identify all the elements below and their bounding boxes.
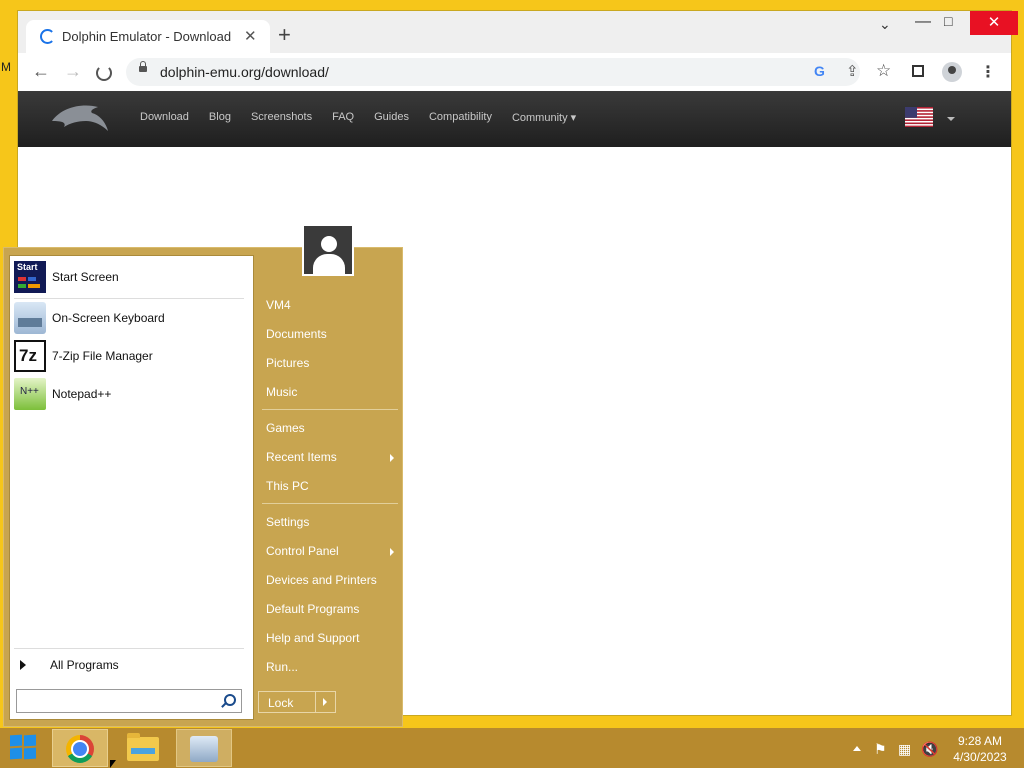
minimize-button[interactable]: — [915, 13, 931, 31]
taskbar-clock[interactable]: 9:28 AM 4/30/2023 [950, 733, 1010, 765]
show-hidden-icons-icon[interactable] [853, 746, 861, 751]
url-text[interactable]: dolphin-emu.org/download/ [160, 64, 329, 80]
nav-community[interactable]: Community ▾ [512, 111, 576, 124]
program-label: Start Screen [52, 270, 119, 284]
nav-blog[interactable]: Blog [209, 111, 231, 124]
volume-muted-icon[interactable]: 🔇 [921, 741, 938, 758]
dolphin-logo[interactable] [48, 97, 112, 142]
place-control-panel[interactable]: Control Panel [266, 544, 339, 558]
notepadpp-icon: N++ [14, 378, 46, 410]
tab-search-button[interactable]: ⌄ [879, 16, 891, 33]
chrome-icon [66, 735, 94, 763]
taskbar-on-screen-keyboard[interactable] [176, 729, 232, 767]
start-search-input[interactable] [16, 689, 242, 713]
windows-start-icon[interactable] [10, 734, 38, 761]
profile-avatar-icon[interactable] [942, 62, 962, 82]
lock-button[interactable]: Lock [258, 691, 336, 713]
program-on-screen-keyboard[interactable]: On-Screen Keyboard [14, 301, 165, 335]
site-nav-links: Download Blog Screenshots FAQ Guides Com… [140, 111, 576, 124]
separator [262, 503, 398, 504]
reload-icon[interactable] [96, 65, 112, 81]
lock-label: Lock [268, 696, 294, 710]
nav-screenshots[interactable]: Screenshots [251, 111, 312, 124]
place-documents[interactable]: Documents [266, 327, 327, 341]
start-menu: Start Start Screen On-Screen Keyboard 7z… [3, 224, 403, 727]
side-panel-icon[interactable] [912, 65, 924, 77]
search-icon[interactable] [224, 694, 236, 706]
new-tab-button[interactable]: + [278, 24, 291, 46]
expand-arrow-icon [20, 660, 26, 670]
nav-guides[interactable]: Guides [374, 111, 409, 124]
place-settings[interactable]: Settings [266, 515, 309, 529]
program-start-screen[interactable]: Start Start Screen [14, 260, 119, 294]
program-label: On-Screen Keyboard [52, 311, 165, 325]
all-programs-button[interactable]: All Programs [14, 654, 119, 676]
share-icon[interactable]: ⇪ [846, 62, 859, 80]
separator [14, 298, 244, 299]
separator [262, 409, 398, 410]
tab-dolphin-download[interactable]: Dolphin Emulator - Download ✕ [26, 20, 270, 53]
taskbar-chrome[interactable] [52, 729, 108, 767]
keyboard-icon [14, 302, 46, 334]
browser-toolbar: ← → dolphin-emu.org/download/ G ⇪ ☆ ⋮ [18, 53, 1011, 92]
program-label: Notepad++ [52, 387, 112, 401]
tab-title: Dolphin Emulator - Download [62, 29, 232, 44]
program-label: 7-Zip File Manager [52, 349, 153, 363]
action-center-flag-icon[interactable]: ⚑ [874, 741, 887, 758]
nav-faq[interactable]: FAQ [332, 111, 354, 124]
place-vm4[interactable]: VM4 [266, 298, 291, 312]
place-help-support[interactable]: Help and Support [266, 631, 359, 645]
7zip-icon: 7z [14, 340, 46, 372]
start-screen-icon: Start [14, 261, 46, 293]
nav-compatibility[interactable]: Compatibility [429, 111, 492, 124]
place-run[interactable]: Run... [266, 660, 298, 674]
lock-icon[interactable] [139, 61, 147, 72]
place-default-programs[interactable]: Default Programs [266, 602, 359, 616]
us-flag-icon[interactable] [905, 107, 933, 127]
submenu-arrow-icon [390, 454, 394, 462]
taskbar-file-explorer[interactable] [116, 729, 172, 767]
network-icon[interactable]: ▦ [898, 741, 911, 758]
tab-strip: Dolphin Emulator - Download ✕ + ⌄ — □ ✕ [18, 11, 1018, 53]
place-pictures[interactable]: Pictures [266, 356, 309, 370]
close-window-button[interactable]: ✕ [970, 11, 1018, 35]
all-programs-label: All Programs [50, 658, 119, 672]
nav-download[interactable]: Download [140, 111, 189, 124]
power-options-arrow-icon[interactable] [323, 698, 327, 706]
start-menu-programs-pane: Start Start Screen On-Screen Keyboard 7z… [9, 255, 254, 720]
language-dropdown-icon[interactable] [947, 117, 955, 121]
program-notepadpp[interactable]: N++ Notepad++ [14, 377, 111, 411]
clock-date: 4/30/2023 [953, 750, 1007, 764]
site-navbar: Download Blog Screenshots FAQ Guides Com… [18, 91, 1011, 147]
place-this-pc[interactable]: This PC [266, 479, 309, 493]
place-recent-items[interactable]: Recent Items [266, 450, 337, 464]
tab-close-icon[interactable]: ✕ [244, 27, 257, 45]
place-music[interactable]: Music [266, 385, 297, 399]
google-lens-icon[interactable]: G [814, 63, 825, 79]
loading-spinner-icon [40, 29, 55, 44]
mouse-cursor-icon [110, 760, 116, 768]
taskbar [0, 728, 1024, 768]
keyboard-icon [190, 736, 218, 762]
bookmark-star-icon[interactable]: ☆ [876, 61, 891, 81]
menu-dots-icon[interactable]: ⋮ [980, 62, 996, 82]
user-avatar[interactable] [302, 224, 354, 276]
separator [14, 648, 244, 649]
back-button[interactable]: ← [32, 61, 50, 82]
submenu-arrow-icon [390, 548, 394, 556]
maximize-button[interactable]: □ [944, 13, 952, 29]
forward-button[interactable]: → [64, 61, 82, 82]
folder-icon [127, 733, 159, 761]
program-7zip[interactable]: 7z 7-Zip File Manager [14, 339, 153, 373]
place-games[interactable]: Games [266, 421, 305, 435]
desktop-edge-text: M [1, 60, 11, 74]
address-bar[interactable]: dolphin-emu.org/download/ G ⇪ ☆ [126, 58, 891, 86]
place-devices-printers[interactable]: Devices and Printers [266, 573, 377, 587]
clock-time: 9:28 AM [957, 734, 1003, 748]
